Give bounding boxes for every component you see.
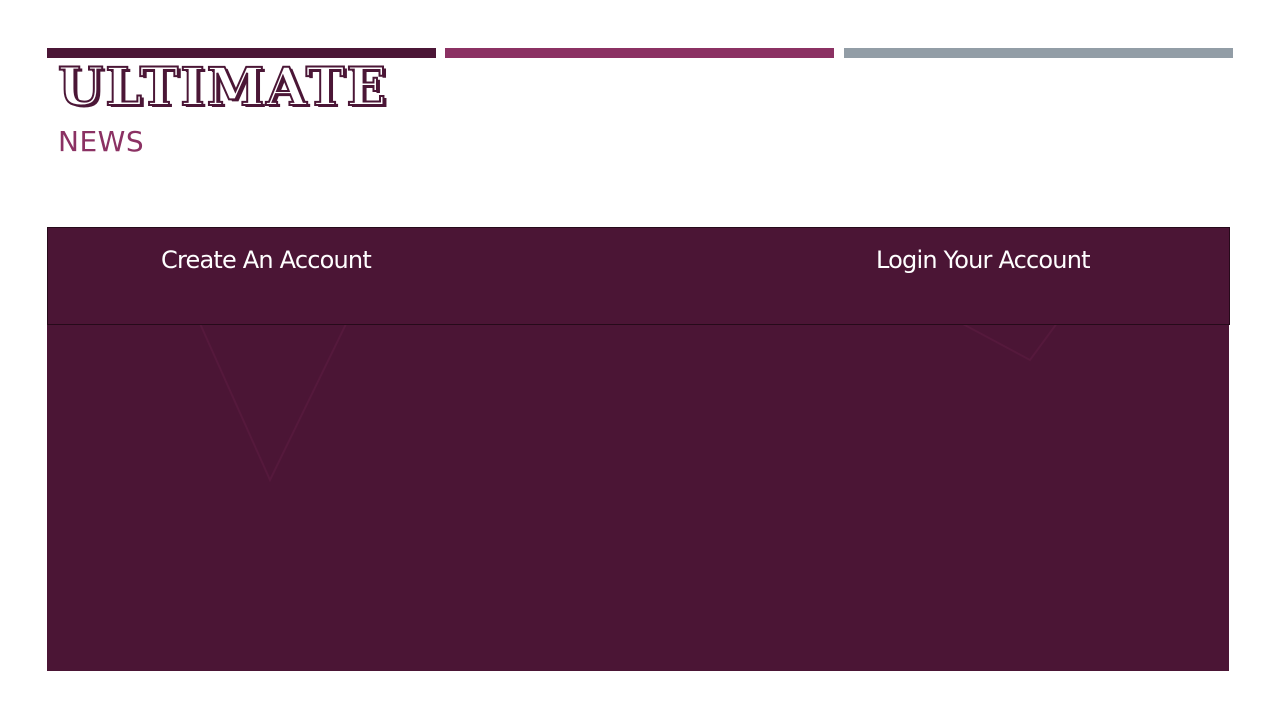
menu-bar	[47, 227, 1230, 325]
login-account-link[interactable]: Login Your Account	[876, 246, 1091, 274]
site-title: ULTIMATE	[57, 57, 389, 118]
site-subtitle: NEWS	[58, 125, 145, 158]
accent-bar-gray	[844, 48, 1233, 58]
accent-bar-magenta	[445, 48, 834, 58]
create-account-link[interactable]: Create An Account	[161, 246, 372, 274]
slide: ULTIMATE NEWS Create An Account Login Yo…	[0, 0, 1280, 720]
